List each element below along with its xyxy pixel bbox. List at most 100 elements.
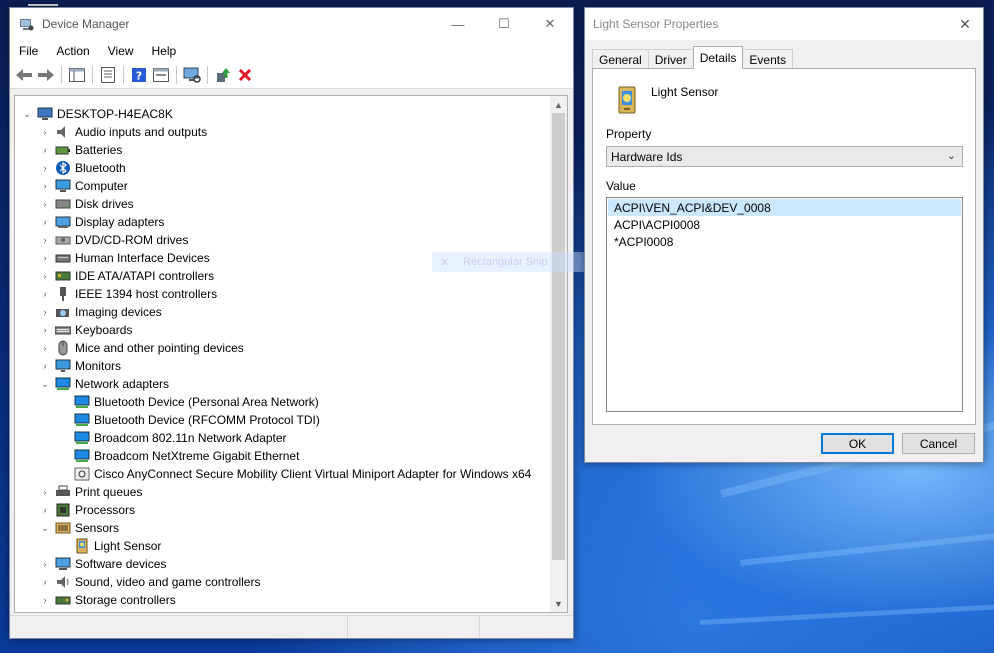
tree-device[interactable]: Broadcom 802.11n Network Adapter bbox=[58, 429, 287, 447]
tree-category[interactable]: › Bluetooth bbox=[39, 159, 126, 177]
tree-category[interactable]: › Sound, video and game controllers bbox=[39, 573, 261, 591]
tree-category[interactable]: › Computer bbox=[39, 177, 128, 195]
value-list-item[interactable]: *ACPI0008 bbox=[608, 233, 961, 250]
menu-view[interactable]: View bbox=[99, 44, 143, 58]
chevron-right-icon[interactable]: › bbox=[39, 591, 51, 609]
chevron-right-icon[interactable]: › bbox=[39, 123, 51, 141]
back-icon[interactable] bbox=[13, 64, 35, 86]
tree-category[interactable]: › DVD/CD-ROM drives bbox=[39, 231, 189, 249]
tree-category[interactable]: › Display adapters bbox=[39, 213, 165, 231]
window-title: Device Manager bbox=[42, 17, 130, 31]
value-list[interactable]: ACPI\VEN_ACPI&DEV_0008 ACPI\ACPI0008 *AC… bbox=[606, 197, 963, 412]
ok-button[interactable]: OK bbox=[821, 433, 894, 454]
tree-category[interactable]: › Audio inputs and outputs bbox=[39, 123, 208, 141]
tree-category[interactable]: ⌄ Sensors bbox=[39, 519, 119, 537]
tree-category[interactable]: › Software devices bbox=[39, 555, 167, 573]
cancel-button[interactable]: Cancel bbox=[902, 433, 975, 454]
tree-node-label: Storage controllers bbox=[75, 593, 176, 607]
menu-file[interactable]: File bbox=[10, 44, 47, 58]
tree-node-label: DVD/CD-ROM drives bbox=[75, 233, 189, 247]
device-tree[interactable]: ⌄ DESKTOP-H4EAC8K › Audio inputs and output… bbox=[14, 95, 568, 613]
value-list-item[interactable]: ACPI\ACPI0008 bbox=[608, 216, 961, 233]
scroll-thumb[interactable] bbox=[552, 113, 565, 560]
vertical-scrollbar[interactable]: ▲ ▼ bbox=[550, 96, 567, 612]
scroll-down-icon[interactable]: ▼ bbox=[550, 595, 567, 612]
chevron-down-icon[interactable]: ⌄ bbox=[39, 375, 51, 393]
tab-driver[interactable]: Driver bbox=[647, 49, 694, 69]
tree-category[interactable]: › Processors bbox=[39, 501, 136, 519]
toolbar-separator bbox=[123, 66, 124, 84]
scan-hardware-icon[interactable] bbox=[181, 64, 203, 86]
view-icon[interactable] bbox=[150, 64, 172, 86]
tree-device[interactable]: Cisco AnyConnect Secure Mobility Client … bbox=[58, 465, 531, 483]
tree-category[interactable]: › Keyboards bbox=[39, 321, 133, 339]
tree-category[interactable]: › Imaging devices bbox=[39, 303, 162, 321]
chevron-right-icon[interactable]: › bbox=[39, 357, 51, 375]
chevron-right-icon[interactable]: › bbox=[39, 573, 51, 591]
tree-node-label: Light Sensor bbox=[94, 539, 162, 553]
tree-device[interactable]: Broadcom NetXtreme Gigabit Ethernet bbox=[58, 447, 299, 465]
tree-node-label: Bluetooth Device (Personal Area Network) bbox=[94, 395, 319, 409]
chevron-right-icon[interactable]: › bbox=[39, 231, 51, 249]
snip-icon: ✕ bbox=[440, 256, 450, 269]
tree-device[interactable]: Bluetooth Device (RFCOMM Protocol TDI) bbox=[58, 411, 320, 429]
menu-help[interactable]: Help bbox=[143, 44, 186, 58]
dialog-title-bar[interactable]: Light Sensor Properties ✕ bbox=[585, 8, 983, 40]
chevron-right-icon[interactable]: › bbox=[39, 249, 51, 267]
tree-category[interactable]: › Print queues bbox=[39, 483, 143, 501]
value-list-item[interactable]: ACPI\VEN_ACPI&DEV_0008 bbox=[608, 199, 961, 216]
tree-category[interactable]: › Disk drives bbox=[39, 195, 134, 213]
tree-category[interactable]: › System devices bbox=[39, 609, 159, 612]
chevron-down-icon[interactable]: ⌄ bbox=[21, 105, 33, 123]
tree-node-label: Software devices bbox=[75, 557, 167, 571]
tree-category[interactable]: › Human Interface Devices bbox=[39, 249, 210, 267]
uninstall-icon[interactable] bbox=[234, 64, 256, 86]
tree-category[interactable]: ⌄ Network adapters bbox=[39, 375, 169, 393]
tree-node-label: Cisco AnyConnect Secure Mobility Client … bbox=[94, 467, 532, 481]
chevron-right-icon[interactable]: › bbox=[39, 267, 51, 285]
chevron-right-icon[interactable]: › bbox=[39, 195, 51, 213]
menu-action[interactable]: Action bbox=[47, 44, 98, 58]
tab-events[interactable]: Events bbox=[742, 49, 794, 69]
chevron-right-icon[interactable]: › bbox=[39, 501, 51, 519]
maximize-button[interactable]: ☐ bbox=[481, 8, 527, 40]
chevron-right-icon[interactable]: › bbox=[39, 339, 51, 357]
chevron-right-icon[interactable]: › bbox=[39, 141, 51, 159]
properties-grid-icon[interactable] bbox=[66, 64, 88, 86]
tree-category[interactable]: › IEEE 1394 host controllers bbox=[39, 285, 217, 303]
help-icon[interactable]: ? bbox=[128, 64, 150, 86]
dialog-close-button[interactable]: ✕ bbox=[947, 8, 983, 40]
tree-category[interactable]: › Mice and other pointing devices bbox=[39, 339, 244, 357]
minimize-button[interactable]: — bbox=[435, 8, 481, 40]
property-dropdown[interactable]: Hardware Ids ⌄ bbox=[606, 146, 963, 167]
update-list-icon[interactable] bbox=[97, 64, 119, 86]
tree-category[interactable]: › Monitors bbox=[39, 357, 122, 375]
mouse-icon bbox=[58, 340, 68, 356]
tab-details[interactable]: Details bbox=[692, 46, 744, 69]
tab-general[interactable]: General bbox=[592, 49, 649, 69]
chevron-right-icon[interactable]: › bbox=[39, 321, 51, 339]
bluetooth-icon bbox=[56, 161, 70, 175]
chevron-down-icon[interactable]: ⌄ bbox=[39, 519, 51, 537]
title-bar[interactable]: Device Manager — ☐ ✕ bbox=[10, 8, 573, 40]
tree-device[interactable]: Bluetooth Device (Personal Area Network) bbox=[58, 393, 319, 411]
chevron-right-icon[interactable]: › bbox=[39, 555, 51, 573]
scroll-up-icon[interactable]: ▲ bbox=[550, 96, 567, 113]
toolbar-separator bbox=[207, 66, 208, 84]
chevron-right-icon[interactable]: › bbox=[39, 285, 51, 303]
tree-root-computer[interactable]: ⌄ DESKTOP-H4EAC8K bbox=[21, 105, 173, 123]
chevron-right-icon[interactable]: › bbox=[39, 303, 51, 321]
toolbar-separator bbox=[92, 66, 93, 84]
chevron-right-icon[interactable]: › bbox=[39, 177, 51, 195]
tree-category[interactable]: › IDE ATA/ATAPI controllers bbox=[39, 267, 215, 285]
chevron-right-icon[interactable]: › bbox=[39, 213, 51, 231]
close-button[interactable]: ✕ bbox=[527, 8, 573, 40]
tree-device-light-sensor[interactable]: Light Sensor bbox=[58, 537, 161, 555]
enable-device-icon[interactable] bbox=[212, 64, 234, 86]
forward-icon[interactable] bbox=[35, 64, 57, 86]
chevron-right-icon[interactable]: › bbox=[39, 483, 51, 501]
tree-category[interactable]: › Storage controllers bbox=[39, 591, 176, 609]
tree-category[interactable]: › Batteries bbox=[39, 141, 123, 159]
chevron-right-icon[interactable]: › bbox=[39, 159, 51, 177]
chevron-right-icon[interactable]: › bbox=[39, 609, 51, 612]
